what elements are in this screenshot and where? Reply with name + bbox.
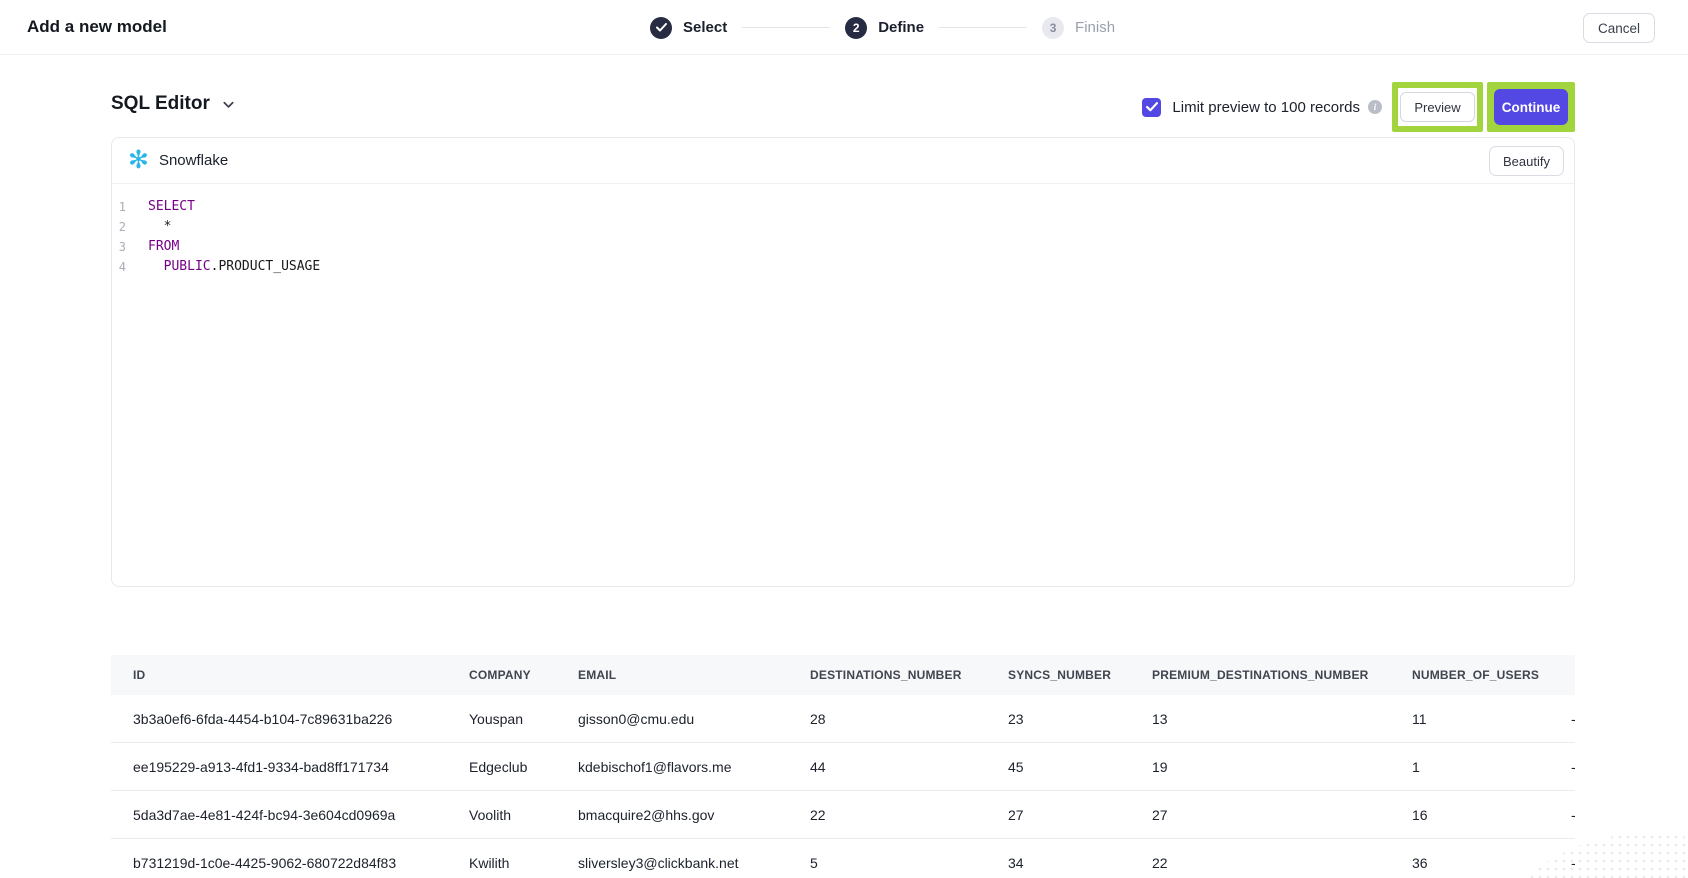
column-header-premium-destinations-number: PREMIUM_DESTINATIONS_NUMBER — [1152, 668, 1412, 682]
step-define-label: Define — [878, 19, 924, 36]
step-connector — [742, 27, 830, 28]
column-header-email: EMAIL — [578, 668, 810, 682]
cell-id: 3b3a0ef6-6fda-4454-b104-7c89631ba226 — [133, 711, 469, 727]
cell-number-of-users: 11 — [1412, 711, 1571, 727]
code-line: 3 FROM — [112, 237, 1574, 257]
cell-destinations-number: 22 — [810, 807, 1008, 823]
chevron-down-icon — [221, 97, 236, 112]
line-number: 1 — [112, 197, 126, 217]
preview-results-table: ID COMPANY EMAIL DESTINATIONS_NUMBER SYN… — [111, 655, 1575, 878]
column-header-company: COMPANY — [469, 668, 578, 682]
cell-email: kdebischof1@flavors.me — [578, 759, 810, 775]
info-icon[interactable]: i — [1368, 100, 1382, 114]
step-select[interactable]: Select — [650, 17, 727, 39]
code-line: 4 PUBLIC.PRODUCT_USAGE — [112, 257, 1574, 277]
cell-company: Kwilith — [469, 855, 578, 871]
cell-email: bmacquire2@hhs.gov — [578, 807, 810, 823]
cell-syncs-number: 34 — [1008, 855, 1152, 871]
beautify-button[interactable]: Beautify — [1489, 146, 1564, 176]
wizard-stepper: Select 2 Define 3 Finish — [650, 0, 1115, 55]
code-line: 1 SELECT — [112, 197, 1574, 217]
cell-company: Youspan — [469, 711, 578, 727]
editor-type-dropdown[interactable]: SQL Editor — [111, 93, 236, 115]
cell-premium-destinations-number: 22 — [1152, 855, 1412, 871]
line-number: 4 — [112, 257, 126, 277]
cell-destinations-number: 44 — [810, 759, 1008, 775]
cell-clipped: - — [1571, 807, 1575, 823]
sql-keyword: PUBLIC — [148, 259, 211, 274]
page-title: Add a new model — [27, 17, 167, 37]
continue-button[interactable]: Continue — [1494, 89, 1568, 125]
cell-clipped: - — [1571, 759, 1575, 775]
step-connector — [939, 27, 1027, 28]
step-select-label: Select — [683, 19, 727, 36]
editor-card-header: ✻ Snowflake Beautify — [112, 138, 1574, 184]
code-line: 2 * — [112, 217, 1574, 237]
table-row: b731219d-1c0e-4425-9062-680722d84f83 Kwi… — [111, 839, 1575, 878]
column-header-destinations-number: DESTINATIONS_NUMBER — [810, 668, 1008, 682]
sql-keyword: SELECT — [148, 199, 195, 214]
sql-code-editor[interactable]: 1 SELECT 2 * 3 FROM 4 PUBLIC.PRODUCT_USA… — [112, 184, 1574, 277]
cell-destinations-number: 28 — [810, 711, 1008, 727]
preview-button[interactable]: Preview — [1400, 92, 1474, 122]
cell-premium-destinations-number: 27 — [1152, 807, 1412, 823]
step-finish-label: Finish — [1075, 19, 1115, 36]
editor-toolbar: SQL Editor Limit preview to 100 records … — [111, 82, 1575, 132]
cell-syncs-number: 45 — [1008, 759, 1152, 775]
line-number: 2 — [112, 217, 126, 237]
cell-clipped: - — [1571, 711, 1575, 727]
step-finish: 3 Finish — [1042, 17, 1115, 39]
step-select-check-icon — [650, 17, 672, 39]
cell-email: sliversley3@clickbank.net — [578, 855, 810, 871]
highlight-box-preview: Preview — [1392, 82, 1483, 132]
column-header-number-of-users: NUMBER_OF_USERS — [1412, 668, 1571, 682]
table-row: 3b3a0ef6-6fda-4454-b104-7c89631ba226 You… — [111, 695, 1575, 743]
top-bar: Add a new model Select 2 Define 3 Finish… — [0, 0, 1688, 55]
cell-id: b731219d-1c0e-4425-9062-680722d84f83 — [133, 855, 469, 871]
step-define-number: 2 — [845, 17, 867, 39]
cell-email: gisson0@cmu.edu — [578, 711, 810, 727]
column-header-id: ID — [133, 668, 469, 682]
cell-number-of-users: 1 — [1412, 759, 1571, 775]
snowflake-icon: ✻ — [128, 148, 149, 173]
cell-syncs-number: 27 — [1008, 807, 1152, 823]
cell-syncs-number: 23 — [1008, 711, 1152, 727]
step-finish-number: 3 — [1042, 17, 1064, 39]
cell-clipped: - — [1571, 855, 1575, 871]
limit-preview-group: Limit preview to 100 records i — [1142, 98, 1382, 117]
line-number: 3 — [112, 237, 126, 257]
add-model-page: Add a new model Select 2 Define 3 Finish… — [0, 0, 1688, 878]
cancel-button[interactable]: Cancel — [1583, 13, 1655, 43]
step-define: 2 Define — [845, 17, 924, 39]
cell-number-of-users: 16 — [1412, 807, 1571, 823]
cell-company: Voolith — [469, 807, 578, 823]
editor-type-value: SQL Editor — [111, 93, 210, 115]
source-name: Snowflake — [159, 152, 228, 169]
sql-keyword: FROM — [148, 239, 179, 254]
cell-company: Edgeclub — [469, 759, 578, 775]
highlight-box-continue: Continue — [1487, 82, 1575, 132]
sql-text: * — [148, 219, 171, 234]
cell-premium-destinations-number: 19 — [1152, 759, 1412, 775]
sql-text: .PRODUCT_USAGE — [211, 259, 321, 274]
column-header-syncs-number: SYNCS_NUMBER — [1008, 668, 1152, 682]
limit-preview-label: Limit preview to 100 records — [1172, 99, 1360, 116]
toolbar-right-controls: Limit preview to 100 records i Preview C… — [1142, 82, 1575, 132]
table-row: ee195229-a913-4fd1-9334-bad8ff171734 Edg… — [111, 743, 1575, 791]
sql-editor-card: ✻ Snowflake Beautify 1 SELECT 2 * 3 FROM… — [111, 137, 1575, 587]
cell-id: ee195229-a913-4fd1-9334-bad8ff171734 — [133, 759, 469, 775]
table-header-row: ID COMPANY EMAIL DESTINATIONS_NUMBER SYN… — [111, 655, 1575, 695]
cell-premium-destinations-number: 13 — [1152, 711, 1412, 727]
cell-destinations-number: 5 — [810, 855, 1008, 871]
limit-preview-checkbox[interactable] — [1142, 98, 1161, 117]
cell-id: 5da3d7ae-4e81-424f-bc94-3e604cd0969a — [133, 807, 469, 823]
table-row: 5da3d7ae-4e81-424f-bc94-3e604cd0969a Voo… — [111, 791, 1575, 839]
cell-number-of-users: 36 — [1412, 855, 1571, 871]
